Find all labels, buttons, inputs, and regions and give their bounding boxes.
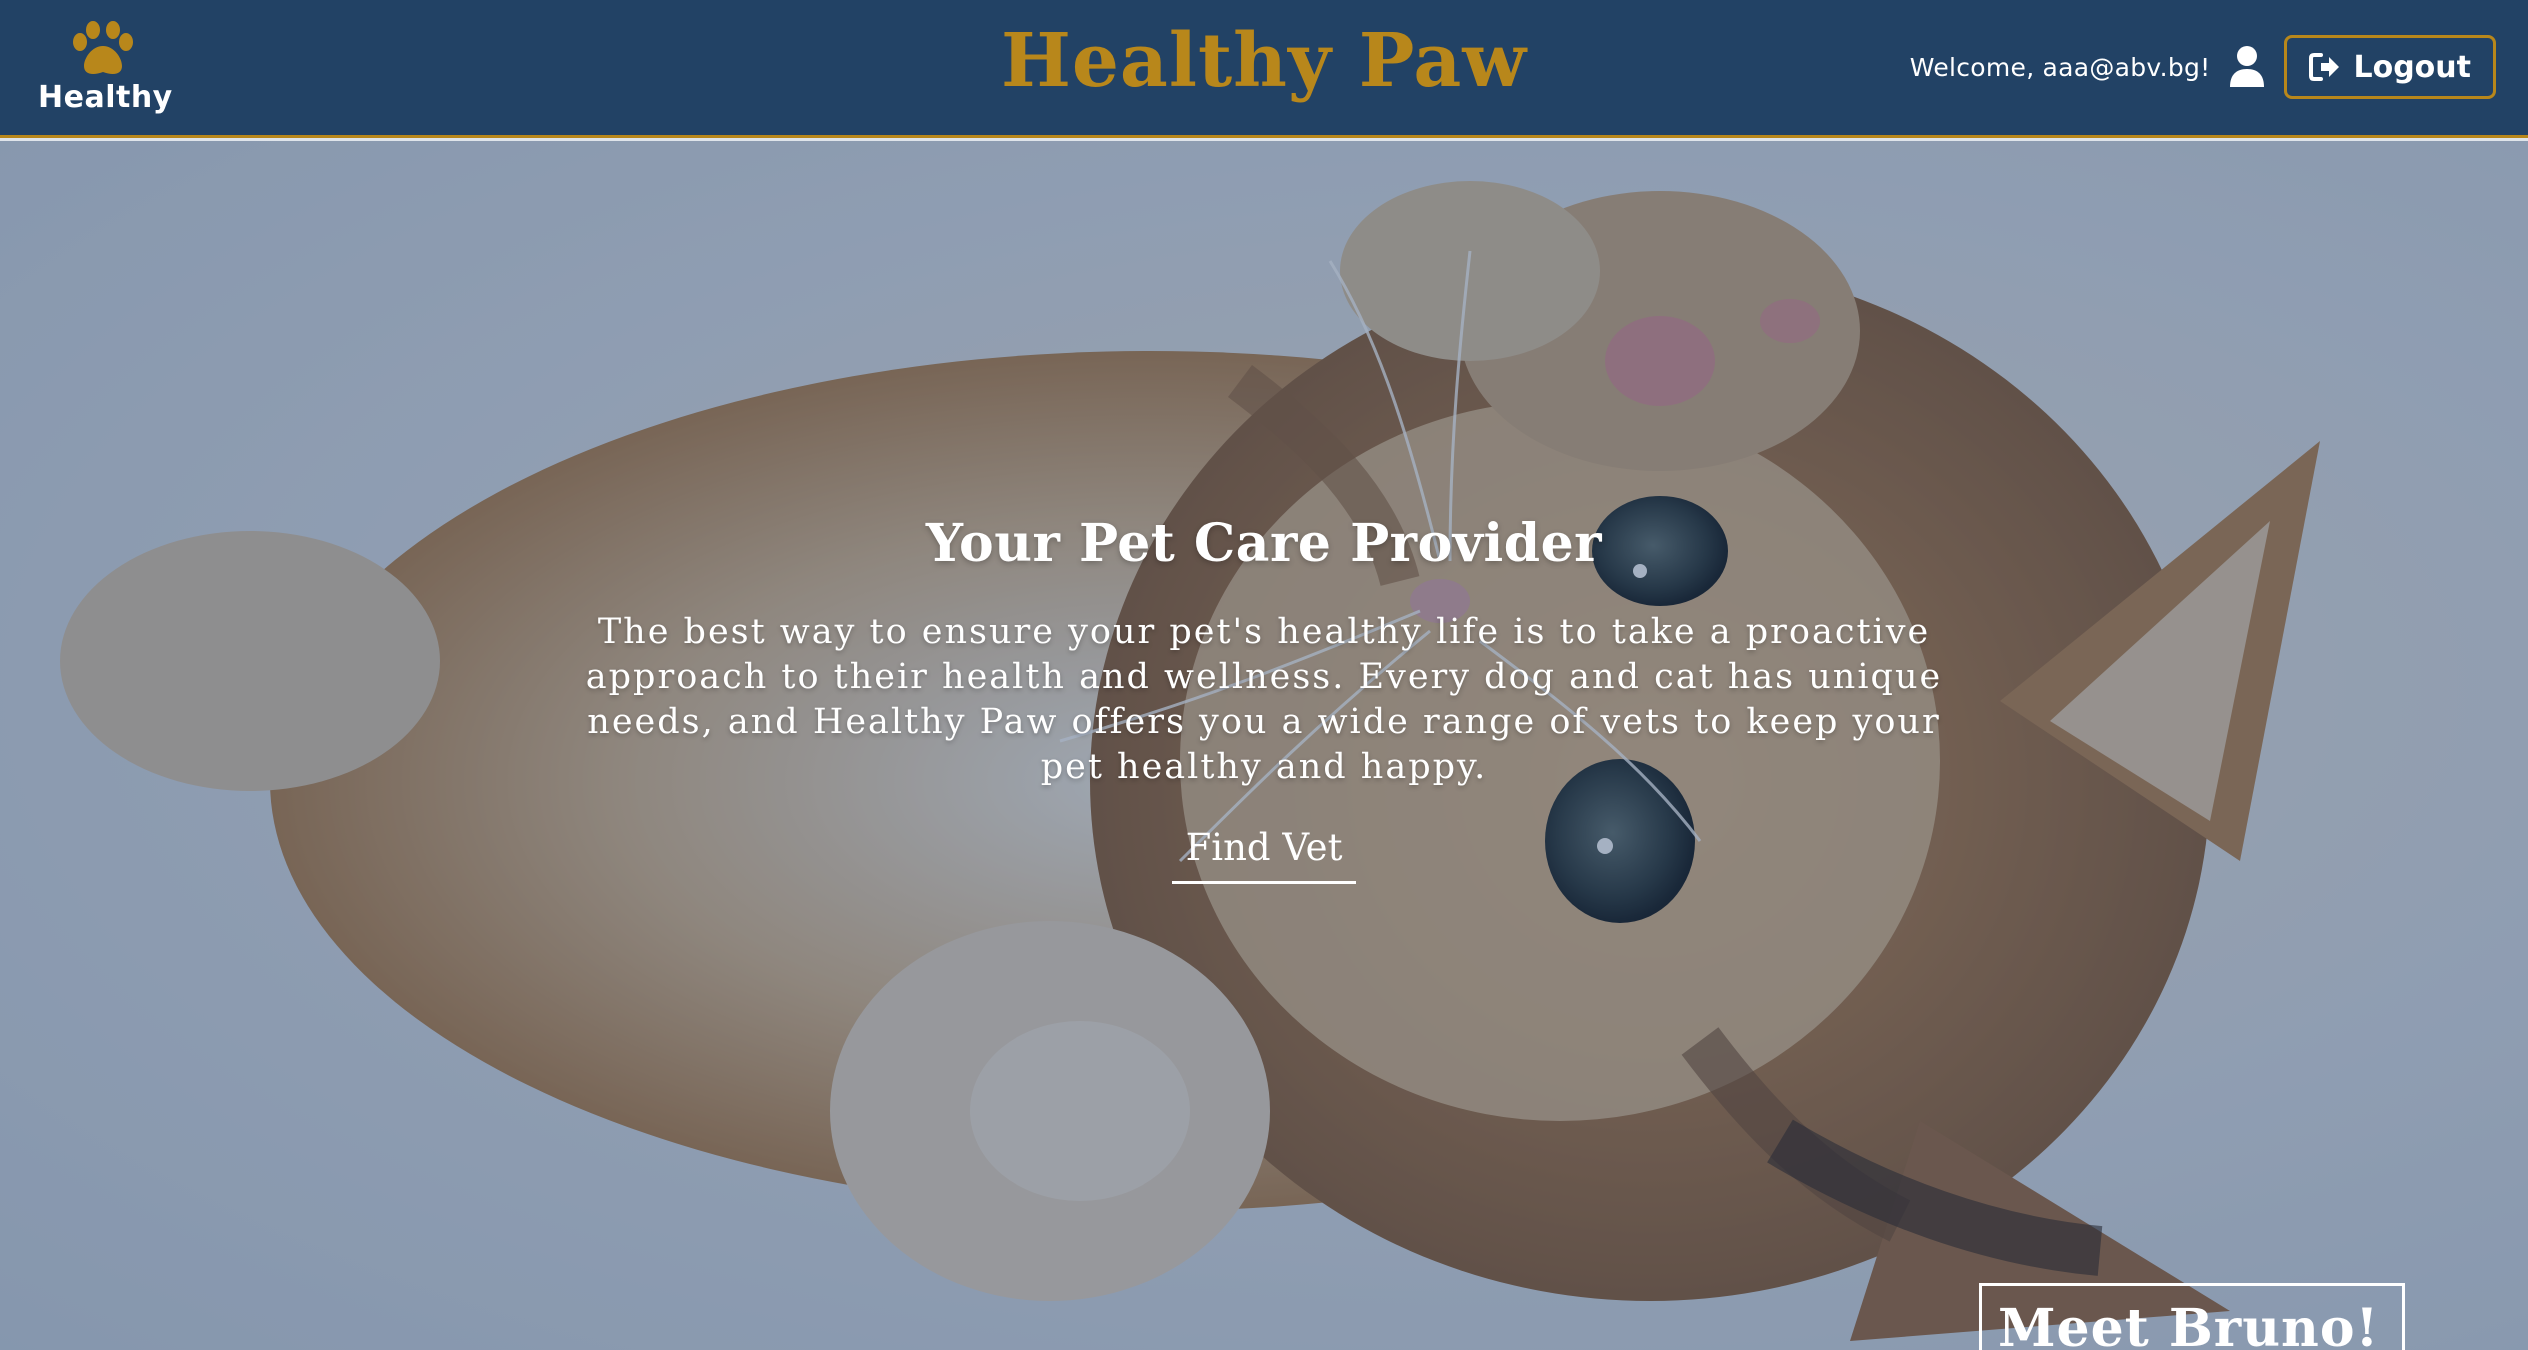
welcome-label: Welcome, <box>1909 52 2035 82</box>
hero-content: Your Pet Care Provider The best way to e… <box>560 513 1968 884</box>
user-area: Welcome, aaa@abv.bg! Logout <box>1910 35 2496 99</box>
sign-out-icon <box>2309 53 2340 81</box>
brand-label: Healthy <box>38 80 173 115</box>
logout-label: Logout <box>2353 49 2471 85</box>
logout-button[interactable]: Logout <box>2284 35 2496 99</box>
paw-icon <box>73 21 133 74</box>
user-email: aaa@abv.bg! <box>2042 52 2211 82</box>
user-icon[interactable] <box>2228 45 2266 89</box>
site-header: Healthy Healthy Paw Welcome, aaa@abv.bg! … <box>0 0 2528 138</box>
find-vet-button[interactable]: Find Vet <box>1171 826 1357 884</box>
hero-section: Your Pet Care Provider The best way to e… <box>0 141 2528 1350</box>
hero-description: The best way to ensure your pet's health… <box>585 612 1943 787</box>
brand-logo-link[interactable]: Healthy <box>38 20 173 120</box>
meet-bruno-card[interactable]: Meet Bruno! <box>1979 1283 2405 1350</box>
welcome-message: Welcome, aaa@abv.bg! <box>1910 53 2211 82</box>
hero-title: Your Pet Care Provider <box>925 513 1603 574</box>
